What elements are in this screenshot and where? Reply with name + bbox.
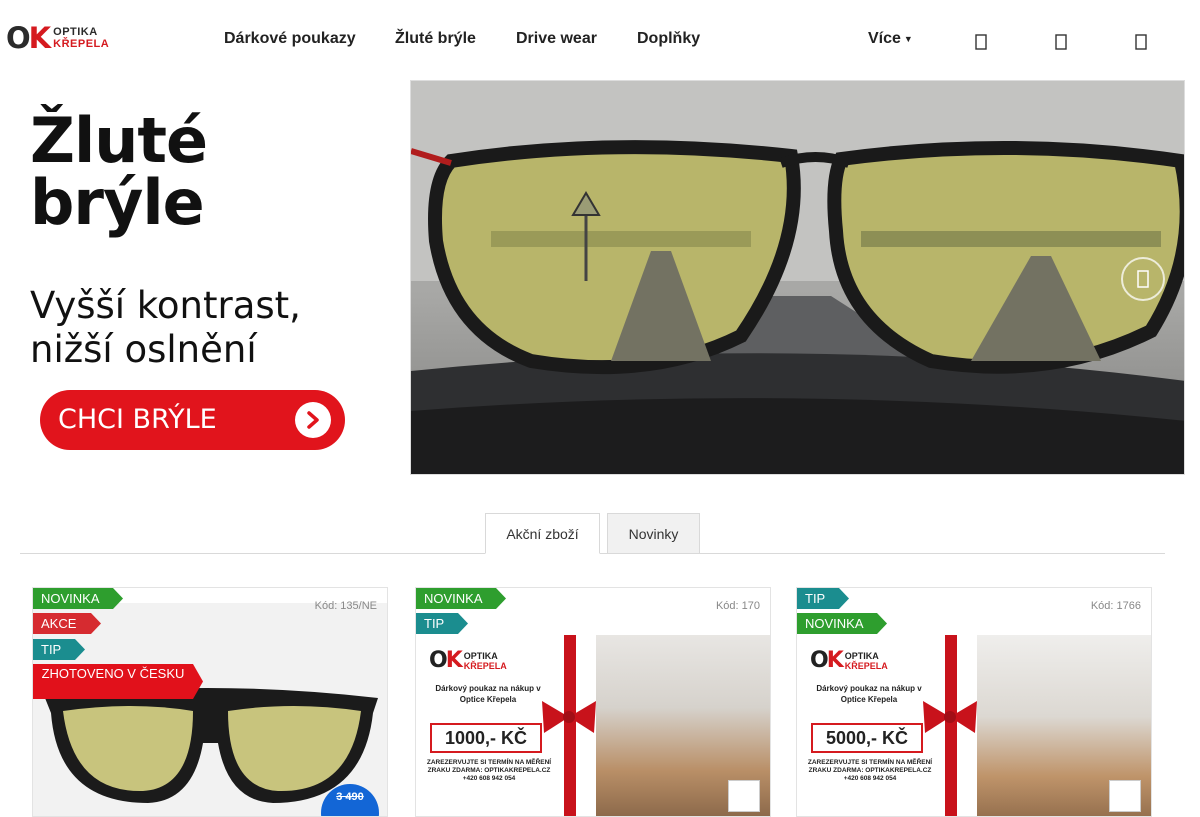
cart-icon[interactable] bbox=[1134, 34, 1148, 50]
hero-promo: Žluté brýle Vyšší kontrast, nižší oslněn… bbox=[0, 80, 410, 475]
gift-bow-icon bbox=[923, 701, 977, 733]
hero-photo-slider bbox=[410, 80, 1185, 475]
product-image: OK OPTIKA KŘEPELA Dárkový poukaz na nákup… bbox=[416, 635, 770, 816]
voucher-description: Dárkový poukaz na nákup v Optice Křepela bbox=[435, 684, 541, 704]
site-header: OK OPTIKA KŘEPELA Dárkové poukazy Žluté … bbox=[0, 0, 1200, 80]
badge-novinka: NOVINKA bbox=[416, 588, 506, 609]
chevron-right-icon bbox=[1137, 270, 1149, 288]
nav-item-gift-vouchers[interactable]: Dárkové poukazy bbox=[224, 30, 356, 48]
nav-item-accessories[interactable]: Doplňky bbox=[637, 30, 700, 48]
search-icon[interactable] bbox=[974, 34, 988, 50]
voucher-note: ZAREZERVUJTE SI TERMÍN NA MĚŘENÍ ZRAKU Z… bbox=[807, 759, 933, 782]
nav-more-menu[interactable]: Více ▼ bbox=[868, 30, 913, 48]
voucher-logo: OK OPTIKA KŘEPELA bbox=[810, 648, 888, 673]
hero-cta-button[interactable]: CHCI BRÝLE bbox=[40, 390, 345, 450]
old-price: 3 490 bbox=[336, 791, 364, 803]
badge-tip: TIP bbox=[416, 613, 468, 634]
logo-text: OPTIKA KŘEPELA bbox=[53, 26, 110, 50]
product-image bbox=[33, 603, 387, 816]
product-image: OK OPTIKA KŘEPELA Dárkový poukaz na nákup… bbox=[797, 635, 1151, 816]
voucher-amount: 1000,- KČ bbox=[430, 723, 542, 753]
user-icon[interactable] bbox=[1054, 34, 1068, 50]
nav-more-label: Více bbox=[868, 30, 901, 47]
badge-novinka: NOVINKA bbox=[797, 613, 887, 634]
product-card[interactable]: OK OPTIKA KŘEPELA Dárkový poukaz na nákup… bbox=[415, 587, 771, 817]
badge-novinka: NOVINKA bbox=[33, 588, 123, 609]
badge-tip: TIP bbox=[33, 639, 85, 660]
logo-mark: OK bbox=[6, 21, 51, 55]
hero-cta-label: CHCI BRÝLE bbox=[58, 404, 217, 435]
chevron-down-icon: ▼ bbox=[903, 33, 913, 44]
product-card[interactable]: Kód: 135/NE NOVINKA AKCE TIP ZHOTOVENO V… bbox=[32, 587, 388, 817]
qr-code-icon bbox=[1109, 780, 1141, 812]
tab-novinky[interactable]: Novinky bbox=[607, 513, 700, 554]
hero-title: Žluté brýle bbox=[30, 104, 208, 239]
badge-akce: AKCE bbox=[33, 613, 101, 634]
product-card[interactable]: OK OPTIKA KŘEPELA Dárkový poukaz na nákup… bbox=[796, 587, 1152, 817]
tab-akcni-zbozi[interactable]: Akční zboží bbox=[485, 513, 600, 554]
hero-banner: Žluté brýle Vyšší kontrast, nižší oslněn… bbox=[0, 80, 1185, 475]
product-code: Kód: 1766 bbox=[1090, 600, 1141, 612]
arrow-right-icon bbox=[295, 402, 331, 438]
voucher-note: ZAREZERVUJTE SI TERMÍN NA MĚŘENÍ ZRAKU Z… bbox=[426, 759, 552, 782]
badge-tip: TIP bbox=[797, 588, 849, 609]
product-code: Kód: 135/NE bbox=[314, 600, 377, 612]
qr-code-icon bbox=[728, 780, 760, 812]
nav-item-drive-wear[interactable]: Drive wear bbox=[516, 30, 597, 48]
hero-photo bbox=[411, 81, 1184, 474]
slider-next-button[interactable] bbox=[1121, 257, 1165, 301]
gift-bow-icon bbox=[542, 701, 596, 733]
product-code: Kód: 170 bbox=[715, 600, 760, 612]
badge-made-in-czech: ZHOTOVENO V ČESKU bbox=[33, 664, 203, 699]
voucher-description: Dárkový poukaz na nákup v Optice Křepela bbox=[816, 684, 922, 704]
voucher-amount: 5000,- KČ bbox=[811, 723, 923, 753]
nav-item-yellow-glasses[interactable]: Žluté brýle bbox=[395, 30, 476, 48]
site-logo[interactable]: OK OPTIKA KŘEPELA bbox=[6, 23, 120, 53]
voucher-logo: OK OPTIKA KŘEPELA bbox=[429, 648, 507, 673]
hero-subtitle: Vyšší kontrast, nižší oslnění bbox=[30, 284, 301, 371]
